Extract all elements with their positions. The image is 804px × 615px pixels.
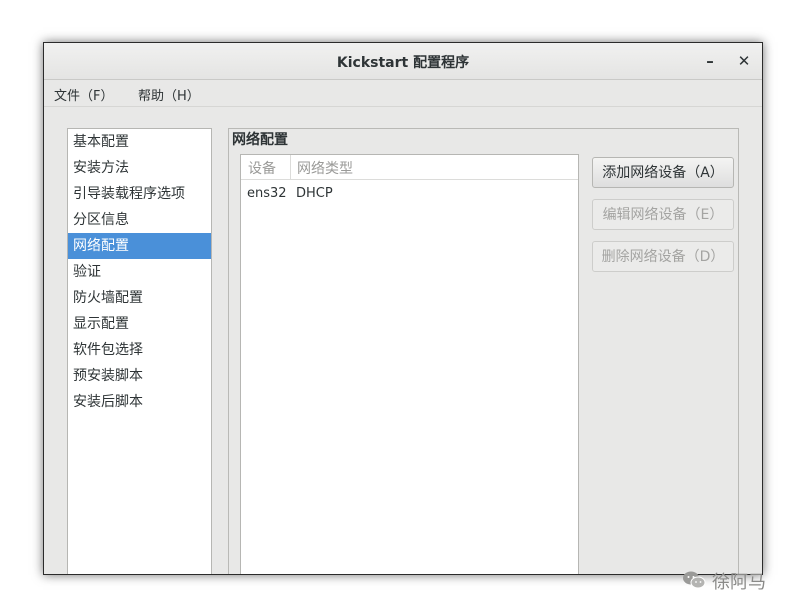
network-type-cell: DHCP: [296, 186, 333, 201]
title-bar[interactable]: Kickstart 配置程序 – ✕: [44, 43, 762, 80]
window-title: Kickstart 配置程序: [336, 55, 470, 71]
sidebar-item-package-selection[interactable]: 软件包选择: [68, 337, 211, 363]
menu-file[interactable]: 文件（F）: [54, 85, 113, 104]
menu-help[interactable]: 帮助（H）: [138, 85, 200, 104]
sidebar-item-partition-info[interactable]: 分区信息: [68, 207, 211, 233]
column-header-network-type[interactable]: 网络类型: [297, 158, 353, 178]
sidebar-item-bootloader-options[interactable]: 引导装载程序选项: [68, 181, 211, 207]
device-cell: ens32: [247, 186, 287, 201]
sidebar-item-basic-config[interactable]: 基本配置: [68, 129, 211, 155]
category-list: 基本配置 安装方法 引导装载程序选项 分区信息 网络配置 验证 防火墙配置 显示…: [67, 128, 212, 574]
wechat-icon: [683, 571, 706, 589]
sidebar-item-display-config[interactable]: 显示配置: [68, 311, 211, 337]
network-config-title: 网络配置: [232, 129, 291, 149]
edit-network-device-button[interactable]: 编辑网络设备（E）: [592, 199, 734, 230]
sidebar-item-firewall-config[interactable]: 防火墙配置: [68, 285, 211, 311]
column-header-device[interactable]: 设备: [248, 158, 276, 178]
close-button[interactable]: ✕: [734, 51, 754, 71]
delete-network-device-button[interactable]: 删除网络设备（D）: [592, 241, 734, 272]
network-device-table[interactable]: 设备 网络类型 ens32 DHCP: [240, 154, 579, 574]
kickstart-window: Kickstart 配置程序 – ✕ 文件（F） 帮助（H） 基本配置 安装方法…: [43, 42, 763, 575]
add-network-device-button[interactable]: 添加网络设备（A）: [592, 157, 734, 188]
sidebar-item-network-config[interactable]: 网络配置: [68, 233, 211, 259]
sidebar-item-pre-install-script[interactable]: 预安装脚本: [68, 363, 211, 389]
sidebar-item-install-method[interactable]: 安装方法: [68, 155, 211, 181]
column-divider: [290, 155, 291, 179]
menu-bar: 文件（F） 帮助（H）: [44, 80, 762, 107]
minimize-button[interactable]: –: [700, 51, 720, 71]
table-header: 设备 网络类型: [241, 155, 578, 180]
sidebar-item-authentication[interactable]: 验证: [68, 259, 211, 285]
watermark-text: 徐阿马: [712, 572, 766, 593]
sidebar-item-post-install-script[interactable]: 安装后脚本: [68, 389, 211, 415]
